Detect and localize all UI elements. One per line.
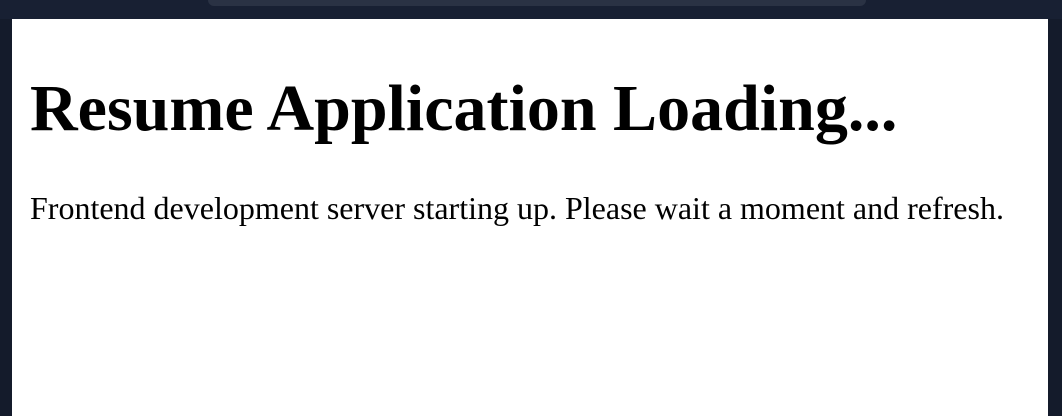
- loading-message-section: Resume Application Loading... Frontend d…: [30, 19, 1020, 228]
- page-title: Resume Application Loading...: [30, 72, 898, 145]
- browser-toolbar: [208, 0, 866, 6]
- browser-top-frame: [0, 0, 1062, 19]
- status-message: Frontend development server starting up.…: [30, 190, 1004, 227]
- page-viewport: Resume Application Loading... Frontend d…: [12, 19, 1048, 416]
